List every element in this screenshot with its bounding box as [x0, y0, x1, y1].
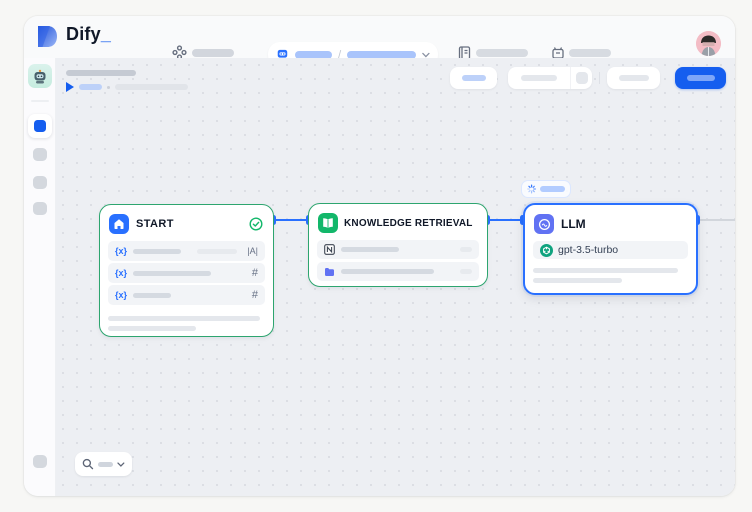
variable-value-placeholder	[197, 249, 237, 254]
variable-icon: {x}	[115, 246, 127, 256]
variable-row[interactable]: {x} |A|	[108, 241, 265, 261]
check-circle-icon	[249, 217, 263, 231]
button-label-placeholder	[687, 75, 715, 81]
type-badge: #	[252, 289, 258, 301]
node-knowledge-retrieval[interactable]: KNOWLEDGE RETRIEVAL	[308, 203, 488, 287]
zoom-control[interactable]	[75, 452, 132, 476]
node-start[interactable]: START {x} |A| {x} # {x} #	[99, 204, 274, 337]
variable-name-placeholder	[133, 249, 181, 254]
node-header: LLM	[525, 205, 696, 241]
sidebar-item-placeholder[interactable]	[33, 148, 47, 161]
preview-button[interactable]	[607, 67, 660, 89]
app-name: Dify_	[66, 24, 111, 45]
model-row[interactable]: gpt-3.5-turbo	[533, 241, 688, 259]
sidebar-divider	[31, 100, 49, 102]
button-label-placeholder	[619, 75, 649, 81]
source-meta-placeholder	[460, 247, 472, 252]
docs-label-placeholder	[476, 49, 528, 57]
variable-list: {x} |A| {x} # {x} #	[100, 241, 273, 305]
button-label-placeholder	[521, 75, 557, 81]
more-icon	[576, 72, 588, 84]
publish-split-button[interactable]	[508, 67, 592, 89]
knowledge-source-row[interactable]	[317, 240, 479, 259]
knowledge-source-row[interactable]	[317, 262, 479, 281]
text-placeholder	[533, 268, 678, 273]
zoom-level-placeholder	[98, 462, 114, 467]
book-icon	[318, 213, 338, 233]
features-button[interactable]	[450, 67, 497, 89]
variable-name-placeholder	[133, 293, 171, 298]
variable-icon: {x}	[115, 268, 127, 278]
text-placeholder	[533, 278, 622, 283]
node-llm[interactable]: LLM gpt-3.5-turbo	[523, 203, 698, 295]
dot-separator	[107, 86, 110, 89]
text-placeholder	[108, 326, 196, 331]
app-icon-robot[interactable]	[28, 64, 52, 88]
dify-logo-icon	[37, 25, 58, 48]
search-icon	[82, 458, 94, 470]
workflow-block-icon	[34, 120, 46, 132]
node-title: START	[136, 218, 242, 230]
play-icon[interactable]	[66, 82, 74, 92]
variable-name-placeholder	[133, 271, 211, 276]
openai-icon	[540, 244, 553, 257]
nav-label-placeholder	[192, 49, 234, 57]
button-label-placeholder	[462, 75, 486, 81]
sidebar-item-placeholder[interactable]	[33, 202, 47, 215]
workflow-canvas[interactable]: START {x} |A| {x} # {x} #	[56, 58, 735, 496]
edge-start-to-knowledge	[274, 219, 308, 221]
notion-icon	[324, 244, 335, 255]
node-header: START	[100, 205, 273, 241]
model-list: gpt-3.5-turbo	[525, 241, 696, 259]
type-badge: #	[252, 267, 258, 279]
toolbar-divider	[599, 72, 600, 84]
chevron-down-icon	[422, 52, 430, 58]
last-run-row	[66, 81, 188, 93]
node-description	[525, 268, 696, 283]
plugin-label-placeholder	[569, 49, 611, 57]
source-name-placeholder	[341, 247, 399, 252]
source-name-placeholder	[341, 269, 434, 274]
variable-icon: {x}	[115, 290, 127, 300]
sidebar-item-settings[interactable]	[33, 455, 47, 468]
primary-action-button[interactable]	[675, 67, 726, 89]
knowledge-source-list	[309, 240, 487, 281]
variable-row[interactable]: {x} #	[108, 285, 265, 305]
publish-more-button[interactable]	[571, 72, 592, 84]
publish-button[interactable]	[508, 75, 570, 81]
text-placeholder	[108, 316, 260, 321]
sidebar	[24, 58, 56, 496]
chevron-down-icon	[117, 462, 125, 467]
type-badge: |A|	[247, 246, 258, 256]
workflow-name-placeholder	[66, 70, 136, 76]
source-meta-placeholder	[460, 269, 472, 274]
spinner-icon	[527, 184, 536, 194]
node-title: KNOWLEDGE RETRIEVAL	[344, 218, 473, 229]
model-name: gpt-3.5-turbo	[558, 244, 618, 256]
edge-knowledge-to-llm	[488, 219, 523, 221]
app-header: Dify_ /	[24, 16, 735, 58]
node-header: KNOWLEDGE RETRIEVAL	[309, 204, 487, 240]
edge-llm-out	[698, 219, 735, 221]
user-avatar[interactable]	[696, 31, 721, 56]
node-title: LLM	[561, 217, 686, 231]
running-label-placeholder	[540, 186, 565, 192]
app-window: Dify_ /	[24, 16, 735, 496]
llm-icon	[534, 214, 554, 234]
sidebar-item-placeholder[interactable]	[33, 176, 47, 189]
run-meta-placeholder	[115, 84, 188, 90]
running-status-badge	[521, 180, 571, 198]
run-label-placeholder	[79, 84, 102, 90]
node-description	[100, 316, 273, 331]
variable-row[interactable]: {x} #	[108, 263, 265, 283]
home-icon	[109, 214, 129, 234]
folder-icon	[324, 267, 335, 277]
sidebar-item-workflow[interactable]	[28, 114, 52, 138]
